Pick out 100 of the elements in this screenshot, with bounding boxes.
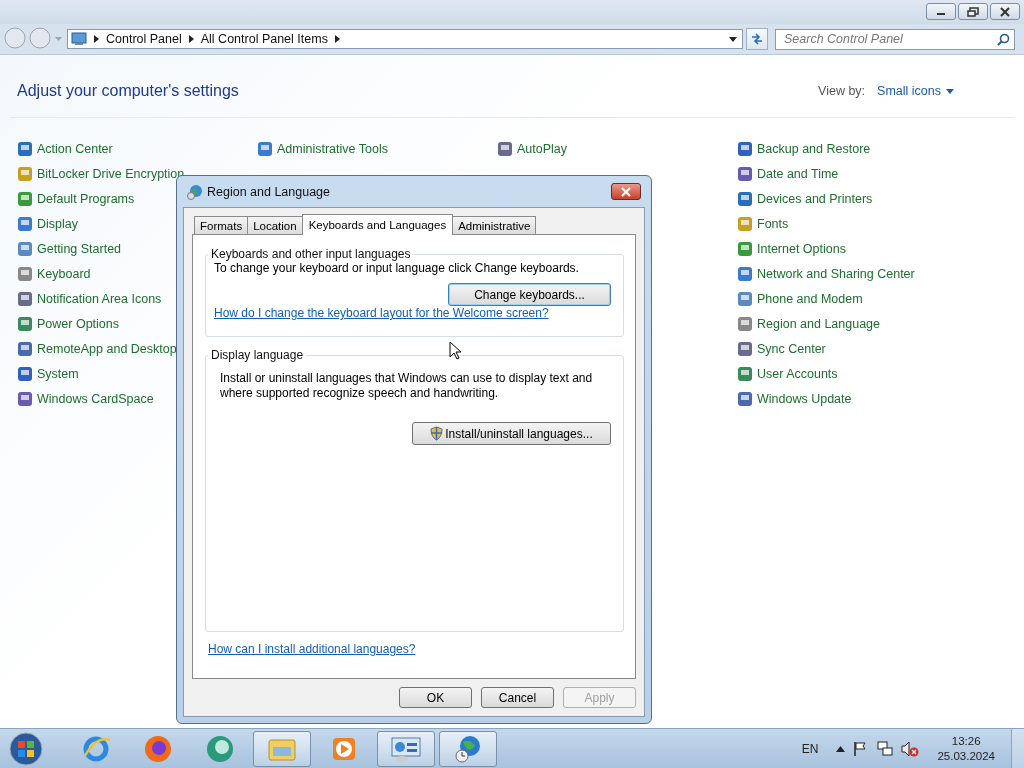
control-panel-link[interactable]: Sync Center — [757, 341, 826, 356]
tile-icon — [17, 290, 33, 307]
refresh-button[interactable] — [746, 28, 768, 50]
clock-time[interactable]: 13:26 — [951, 733, 981, 749]
control-panel-link[interactable]: Internet Options — [757, 241, 846, 256]
tile-icon — [737, 265, 753, 282]
app-icon — [205, 733, 235, 764]
show-hidden-icons-button[interactable] — [836, 745, 846, 752]
control-panel-link[interactable]: Default Programs — [37, 191, 135, 206]
minimize-button[interactable] — [926, 3, 956, 20]
search-icon — [997, 32, 1010, 46]
tile-icon — [17, 265, 33, 282]
language-indicator[interactable]: EN — [801, 741, 819, 756]
control-panel-link[interactable]: Getting Started — [37, 241, 122, 256]
control-panel-link[interactable]: Windows CardSpace — [37, 391, 154, 406]
close-icon — [999, 6, 1011, 17]
control-panel-link[interactable]: Backup and Restore — [757, 141, 871, 156]
tile-icon — [17, 215, 33, 232]
taskbar-button[interactable] — [439, 730, 497, 767]
control-panel-link[interactable]: BitLocker Drive Encryption — [37, 166, 185, 181]
tile-icon — [17, 340, 33, 357]
control-panel-link[interactable]: Windows Update — [757, 391, 852, 406]
tile-icon — [737, 190, 753, 207]
group-title: Display language — [210, 348, 305, 362]
muted-speaker-icon[interactable] — [901, 740, 920, 757]
view-by-label: View by: — [818, 84, 866, 98]
dialog-title: Region and Language — [207, 184, 331, 199]
tile-icon — [17, 390, 33, 407]
control-panel-link[interactable]: Display — [37, 216, 78, 231]
control-panel-link[interactable]: Network and Sharing Center — [757, 266, 915, 281]
refresh-icon — [750, 32, 764, 46]
change-keyboards-button[interactable]: Change keyboards... — [448, 283, 611, 306]
control-panel-link[interactable]: Administrative Tools — [277, 141, 388, 156]
chevron-icon[interactable] — [188, 35, 194, 43]
control-panel-link[interactable]: Devices and Printers — [757, 191, 873, 206]
browser-icon — [143, 733, 173, 764]
tab[interactable]: Location — [247, 216, 303, 234]
tile-icon — [257, 140, 273, 157]
view-by-dropdown[interactable]: Small icons — [877, 84, 954, 98]
tile-icon — [17, 165, 33, 182]
group-title: Keyboards and other input languages — [210, 247, 412, 261]
search-field[interactable]: Search Control Panel — [775, 28, 1015, 50]
chevron-icon[interactable] — [334, 35, 340, 43]
caret-icon — [946, 88, 954, 94]
control-panel-icon — [390, 734, 422, 763]
control-panel-link[interactable]: Notification Area Icons — [37, 291, 162, 306]
shield-icon — [430, 426, 444, 441]
tile-icon — [17, 240, 33, 257]
tile-icon — [737, 365, 753, 382]
tile-icon — [737, 240, 753, 257]
install-languages-button[interactable]: Install/uninstall languages... — [412, 422, 611, 445]
page-heading: Adjust your computer's settings — [17, 82, 240, 100]
restore-button[interactable] — [958, 3, 988, 20]
tile-icon — [17, 315, 33, 332]
tile-icon — [17, 365, 33, 382]
tab[interactable]: Keyboards and Languages — [301, 214, 454, 235]
control-panel-icon — [71, 32, 87, 46]
globe-icon — [187, 183, 203, 200]
breadcrumb[interactable]: Control Panel — [106, 32, 182, 46]
control-panel-link[interactable]: Action Center — [37, 141, 113, 156]
address-bar[interactable]: Control Panel All Control Panel Items — [67, 29, 743, 49]
help-link[interactable]: How do I change the keyboard layout for the Welcome screen? — [214, 306, 549, 320]
clock-date[interactable]: 25.03.2024 — [937, 748, 995, 764]
tile-icon — [737, 140, 753, 157]
control-panel-link[interactable]: System — [37, 366, 79, 381]
tile-icon — [737, 290, 753, 307]
control-panel-link[interactable]: Phone and Modem — [757, 291, 863, 306]
control-panel-link[interactable]: AutoPlay — [517, 141, 568, 156]
tile-icon — [497, 140, 513, 157]
description-text: Install or uninstall languages that Windows can use to display text and where supported recognize speech and handwriting. — [220, 371, 594, 401]
close-button[interactable] — [990, 3, 1020, 20]
tile-icon — [17, 190, 33, 207]
globe-clock-icon — [453, 733, 483, 764]
mouse-cursor-icon — [449, 341, 461, 360]
control-panel-link[interactable]: Fonts — [757, 216, 789, 231]
dialog-button[interactable]: Cancel — [481, 687, 554, 708]
control-panel-link[interactable]: User Accounts — [757, 366, 838, 381]
tile-icon — [737, 165, 753, 182]
dropdown-icon[interactable] — [729, 36, 737, 42]
restore-icon — [967, 6, 979, 17]
tile-icon — [737, 315, 753, 332]
breadcrumb[interactable]: All Control Panel Items — [200, 32, 328, 46]
help-link[interactable]: How can I install additional languages? — [208, 642, 624, 656]
tab[interactable]: Formats — [194, 216, 249, 234]
control-panel-link[interactable]: Date and Time — [757, 166, 839, 181]
tab[interactable]: Administrative — [452, 216, 537, 234]
tile-icon — [737, 340, 753, 357]
dialog-button[interactable]: OK — [399, 687, 472, 708]
close-icon — [620, 186, 632, 197]
network-icon[interactable] — [877, 740, 894, 757]
taskbar-button[interactable] — [253, 730, 311, 767]
control-panel-link[interactable]: Power Options — [37, 316, 119, 331]
start-button[interactable] — [6, 729, 46, 768]
control-panel-link[interactable]: RemoteApp and Desktop — [37, 341, 177, 356]
taskbar-button[interactable] — [377, 730, 435, 767]
control-panel-link[interactable]: Keyboard — [37, 266, 91, 281]
tile-icon — [737, 215, 753, 232]
chevron-icon[interactable] — [94, 35, 99, 43]
close-button[interactable] — [611, 183, 641, 200]
control-panel-link[interactable]: Region and Language — [757, 316, 881, 331]
